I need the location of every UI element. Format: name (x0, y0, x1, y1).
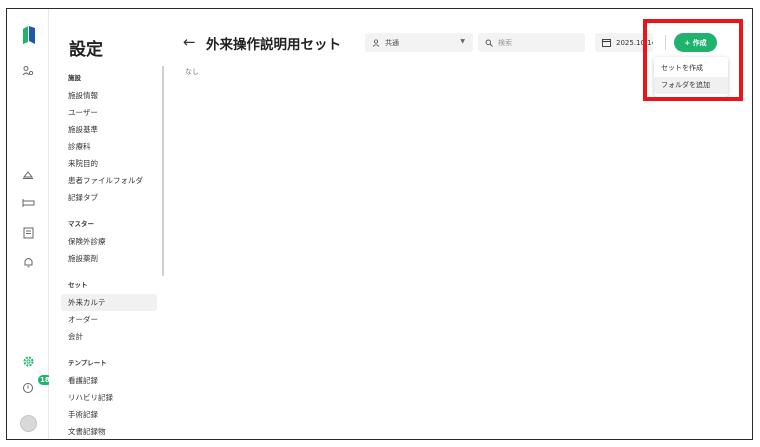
calendar-icon (602, 38, 611, 47)
menu-item-facility-standards[interactable]: 施設基準 (61, 121, 157, 138)
icon-rail: 18 (7, 9, 52, 439)
user-avatar[interactable] (20, 415, 37, 432)
menu-item-departments[interactable]: 診療科 (61, 138, 157, 155)
chevron-down-icon: ▼ (460, 38, 465, 45)
scope-select-value: 共通 (385, 38, 399, 47)
bell-icon[interactable] (18, 252, 38, 272)
back-arrow-icon[interactable]: ← (183, 33, 196, 51)
section-label: テンプレート (68, 359, 107, 367)
scope-select[interactable]: 共通 ▼ (365, 33, 473, 52)
menu-item-document-record[interactable]: 文書記録物 (61, 423, 157, 439)
menu-item-record-tabs[interactable]: 記録タブ (61, 189, 157, 206)
menu-item-outpatient-chart[interactable]: 外来カルテ (61, 294, 157, 311)
check-in-icon[interactable] (18, 164, 38, 184)
document-icon[interactable] (18, 223, 38, 243)
highlight-box (643, 19, 743, 101)
menu-item-patient-file-folder[interactable]: 患者ファイルフォルダ (61, 172, 157, 189)
menu-item-surgery-record[interactable]: 手術記録 (61, 406, 157, 423)
section-label: セット (68, 281, 88, 289)
main-content: ← 外来操作説明用セット 共通 ▼ 検索 2025.10.14 + 作成 セット… (165, 9, 752, 439)
menu-item-rehab-record[interactable]: リハビリ記録 (61, 389, 157, 406)
app-logo-icon[interactable] (23, 25, 35, 45)
search-input[interactable]: 検索 (478, 33, 585, 52)
menu-item-nursing-record[interactable]: 看護記録 (61, 372, 157, 389)
empty-state-text: なし (185, 68, 199, 76)
settings-menu: 設定 施設 施設情報 ユーザー 施設基準 診療科 来院目的 患者ファイルフォルダ… (49, 9, 165, 439)
menu-list: 施設 施設情報 ユーザー 施設基準 診療科 来院目的 患者ファイルフォルダ 記録… (61, 69, 157, 439)
section-label: マスター (68, 220, 94, 228)
menu-title: 設定 (69, 40, 103, 60)
notification-icon[interactable] (18, 378, 38, 398)
page-title: 外来操作説明用セット (206, 37, 341, 53)
bed-icon[interactable] (18, 193, 38, 213)
settings-gear-icon[interactable] (18, 351, 38, 371)
menu-item-users[interactable]: ユーザー (61, 104, 157, 121)
users-search-icon[interactable] (18, 61, 38, 81)
search-placeholder: 検索 (498, 38, 512, 47)
menu-item-facility-info[interactable]: 施設情報 (61, 87, 157, 104)
menu-item-uninsured-care[interactable]: 保険外診療 (61, 233, 157, 250)
group-icon (372, 38, 380, 47)
menu-item-visit-purpose[interactable]: 来院目的 (61, 155, 157, 172)
menu-scrollbar[interactable] (162, 66, 164, 276)
section-label: 施設 (68, 74, 81, 82)
app-window: 18 設定 施設 施設情報 ユーザー 施設基準 診療科 来院目的 患者ファイルフ… (6, 8, 753, 440)
menu-item-billing[interactable]: 会計 (61, 328, 157, 345)
menu-item-orders[interactable]: オーダー (61, 311, 157, 328)
search-icon (485, 39, 493, 47)
menu-item-facility-drugs[interactable]: 施設薬剤 (61, 250, 157, 267)
